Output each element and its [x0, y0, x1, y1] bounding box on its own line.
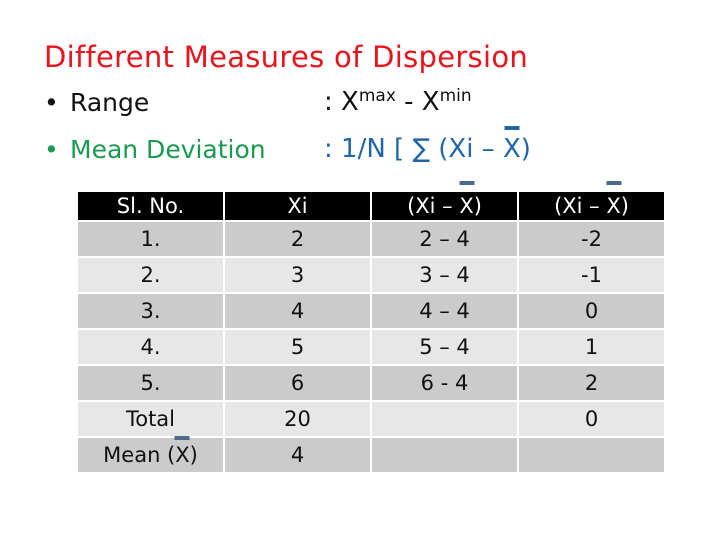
table-row-mean: Mean (X) 4: [78, 438, 664, 472]
bullet-label: Range: [70, 88, 150, 117]
cell-deviation-value: 0: [519, 294, 664, 328]
bullet-range: • Range: [44, 88, 149, 117]
cell-sl-no: Total: [78, 402, 223, 436]
header-sl-no: Sl. No.: [78, 192, 223, 220]
x-bar-symbol: X: [502, 134, 521, 164]
header-deviation-value: (Xi – X): [519, 192, 664, 220]
cell-deviation-value: -1: [519, 258, 664, 292]
table-row: 5. 6 6 - 42: [78, 366, 664, 400]
bullet-label: Mean Deviation: [70, 135, 266, 164]
cell-deviation-expr: 5 – 4: [372, 330, 517, 364]
cell-deviation-expr: [372, 402, 517, 436]
x-bar-symbol: X: [606, 194, 621, 218]
range-formula: : Xmax - Xmin: [324, 86, 472, 117]
cell-xi: 20: [225, 402, 370, 436]
bullet-icon: •: [44, 88, 59, 117]
cell-mean-value: 4: [225, 438, 370, 472]
cell-deviation-value: -2: [519, 222, 664, 256]
formula-text: : X: [324, 87, 359, 117]
dispersion-table: Sl. No. Xi (Xi – X) (Xi – X) 1. 2 2 – 4 -2 2…: [76, 190, 666, 474]
table-row: 4. 5 5 – 41: [78, 330, 664, 364]
header-xi: Xi: [225, 192, 370, 220]
table-row: Total 20 0: [78, 402, 664, 436]
cell-empty: [519, 438, 664, 472]
cell-sl-no: 5.: [78, 366, 223, 400]
cell-xi: 4: [225, 294, 370, 328]
formula-sup-min: min: [439, 86, 472, 106]
header-deviation-expr: (Xi – X): [372, 192, 517, 220]
table-row: 3. 4 4 – 40: [78, 294, 664, 328]
formula-text: : 1/N [ ∑ (Xi –: [324, 134, 503, 164]
cell-deviation-expr: 6 - 4: [372, 366, 517, 400]
cell-sl-no: 1.: [78, 222, 223, 256]
cell-empty: [372, 438, 517, 472]
cell-xi: 3: [225, 258, 370, 292]
x-bar-symbol: X: [459, 194, 474, 218]
mean-deviation-formula: : 1/N [ ∑ (Xi – X): [324, 134, 531, 164]
cell-xi: 5: [225, 330, 370, 364]
cell-xi: 2: [225, 222, 370, 256]
cell-deviation-value: 2: [519, 366, 664, 400]
formula-text: ): [520, 134, 531, 164]
formula-text: - X: [395, 87, 440, 117]
bullet-icon: •: [44, 135, 59, 164]
table-header-row: Sl. No. Xi (Xi – X) (Xi – X): [78, 192, 664, 220]
table-row: 2. 3 3 – 4 -1: [78, 258, 664, 292]
cell-sl-no: 2.: [78, 258, 223, 292]
cell-sl-no: 3.: [78, 294, 223, 328]
cell-deviation-expr: 3 – 4: [372, 258, 517, 292]
formula-sup-max: max: [358, 86, 396, 106]
bullet-mean-deviation: • Mean Deviation: [44, 135, 266, 164]
cell-xi: 6: [225, 366, 370, 400]
x-bar-symbol: X: [175, 443, 190, 467]
slide-title: Different Measures of Dispersion: [44, 40, 529, 74]
cell-sl-no: 4.: [78, 330, 223, 364]
cell-deviation-expr: 2 – 4: [372, 222, 517, 256]
table-row: 1. 2 2 – 4 -2: [78, 222, 664, 256]
cell-deviation-value: 0: [519, 402, 664, 436]
cell-deviation-expr: 4 – 4: [372, 294, 517, 328]
cell-mean-label: Mean (X): [78, 438, 223, 472]
cell-deviation-value: 1: [519, 330, 664, 364]
